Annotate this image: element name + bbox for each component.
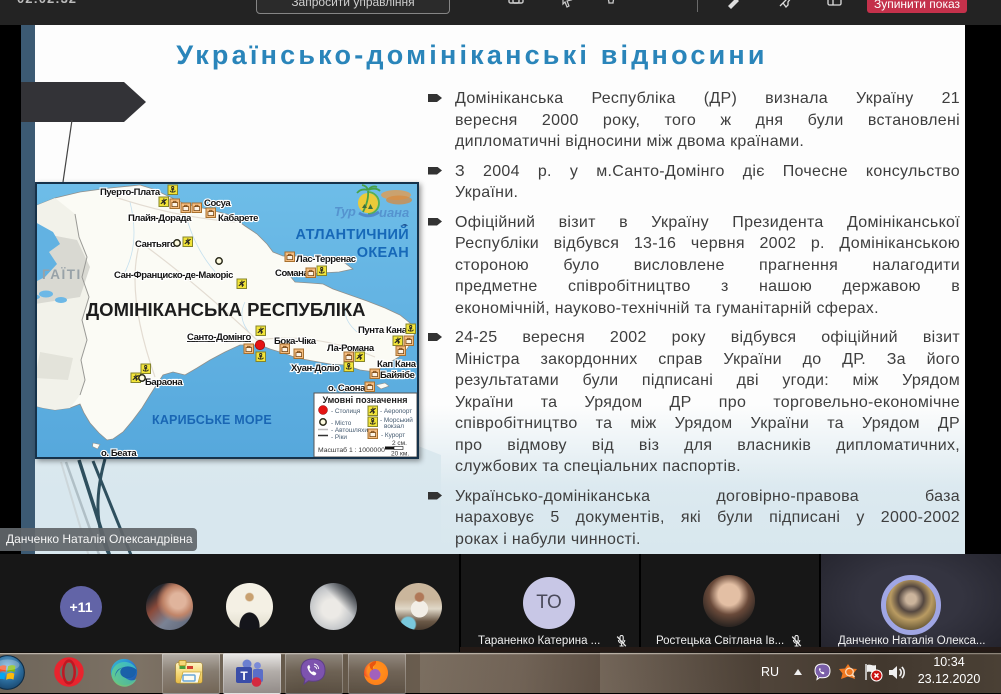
svg-text:Пуерто-Плата: Пуерто-Плата [100, 187, 161, 198]
svg-text:Кабарете: Кабарете [218, 213, 258, 224]
svg-text:Лас-Терренас: Лас-Терренас [296, 254, 356, 265]
svg-text:Санто-Домінго: Санто-Домінго [187, 332, 251, 343]
svg-text:Тур: Тур [334, 204, 356, 219]
svg-text:- Курорт: - Курорт [381, 432, 405, 439]
svg-text:Сантьяго: Сантьяго [135, 239, 176, 250]
svg-text:Сомана: Сомана [275, 268, 309, 279]
svg-text:Умовні позначення: Умовні позначення [322, 395, 407, 405]
svg-text:T: T [240, 669, 248, 683]
svg-text:Плайя-Дорада: Плайя-Дорада [128, 213, 192, 224]
svg-text:Масштаб 1 : 1000000: Масштаб 1 : 1000000 [318, 446, 385, 454]
svg-text:Сан-Франциско-де-Макоріс: Сан-Франциско-де-Макоріс [114, 270, 233, 281]
svg-text:вокзал: вокзал [384, 423, 404, 430]
svg-text:Бараона: Бараона [145, 377, 183, 388]
svg-text:Кап Кана: Кап Кана [377, 359, 417, 370]
svg-text:- Аеропорт: - Аеропорт [380, 408, 412, 415]
svg-text:о. Саона: о. Саона [328, 383, 366, 394]
svg-text:20 км.: 20 км. [391, 451, 409, 458]
svg-text:Хуан-Доліо: Хуан-Доліо [291, 363, 340, 374]
svg-text:- Столиця: - Столиця [331, 408, 361, 415]
svg-text:Сосуа: Сосуа [204, 198, 231, 209]
svg-text:Пунта Кана: Пунта Кана [358, 325, 408, 336]
svg-text:2 см.: 2 см. [392, 440, 407, 447]
svg-text:ОКЕАН: ОКЕАН [357, 245, 409, 261]
svg-text:- Місто: - Місто [331, 419, 352, 427]
svg-text:КАРИБСЬКЕ МОРЕ: КАРИБСЬКЕ МОРЕ [152, 413, 272, 427]
svg-text:АТЛАНТИЧНИЙ: АТЛАНТИЧНИЙ [296, 225, 409, 243]
svg-text:Байяібе: Байяібе [380, 370, 415, 381]
svg-text:- Автошляхи.: - Автошляхи. [331, 427, 370, 434]
svg-text:ДОМІНІКАНСЬКА РЕСПУБЛІКА: ДОМІНІКАНСЬКА РЕСПУБЛІКА [86, 299, 366, 320]
svg-text:- Ріки: - Ріки [331, 433, 347, 441]
svg-text:ГАЇТІ: ГАЇТІ [42, 267, 82, 282]
svg-text:иана: иана [379, 205, 409, 220]
